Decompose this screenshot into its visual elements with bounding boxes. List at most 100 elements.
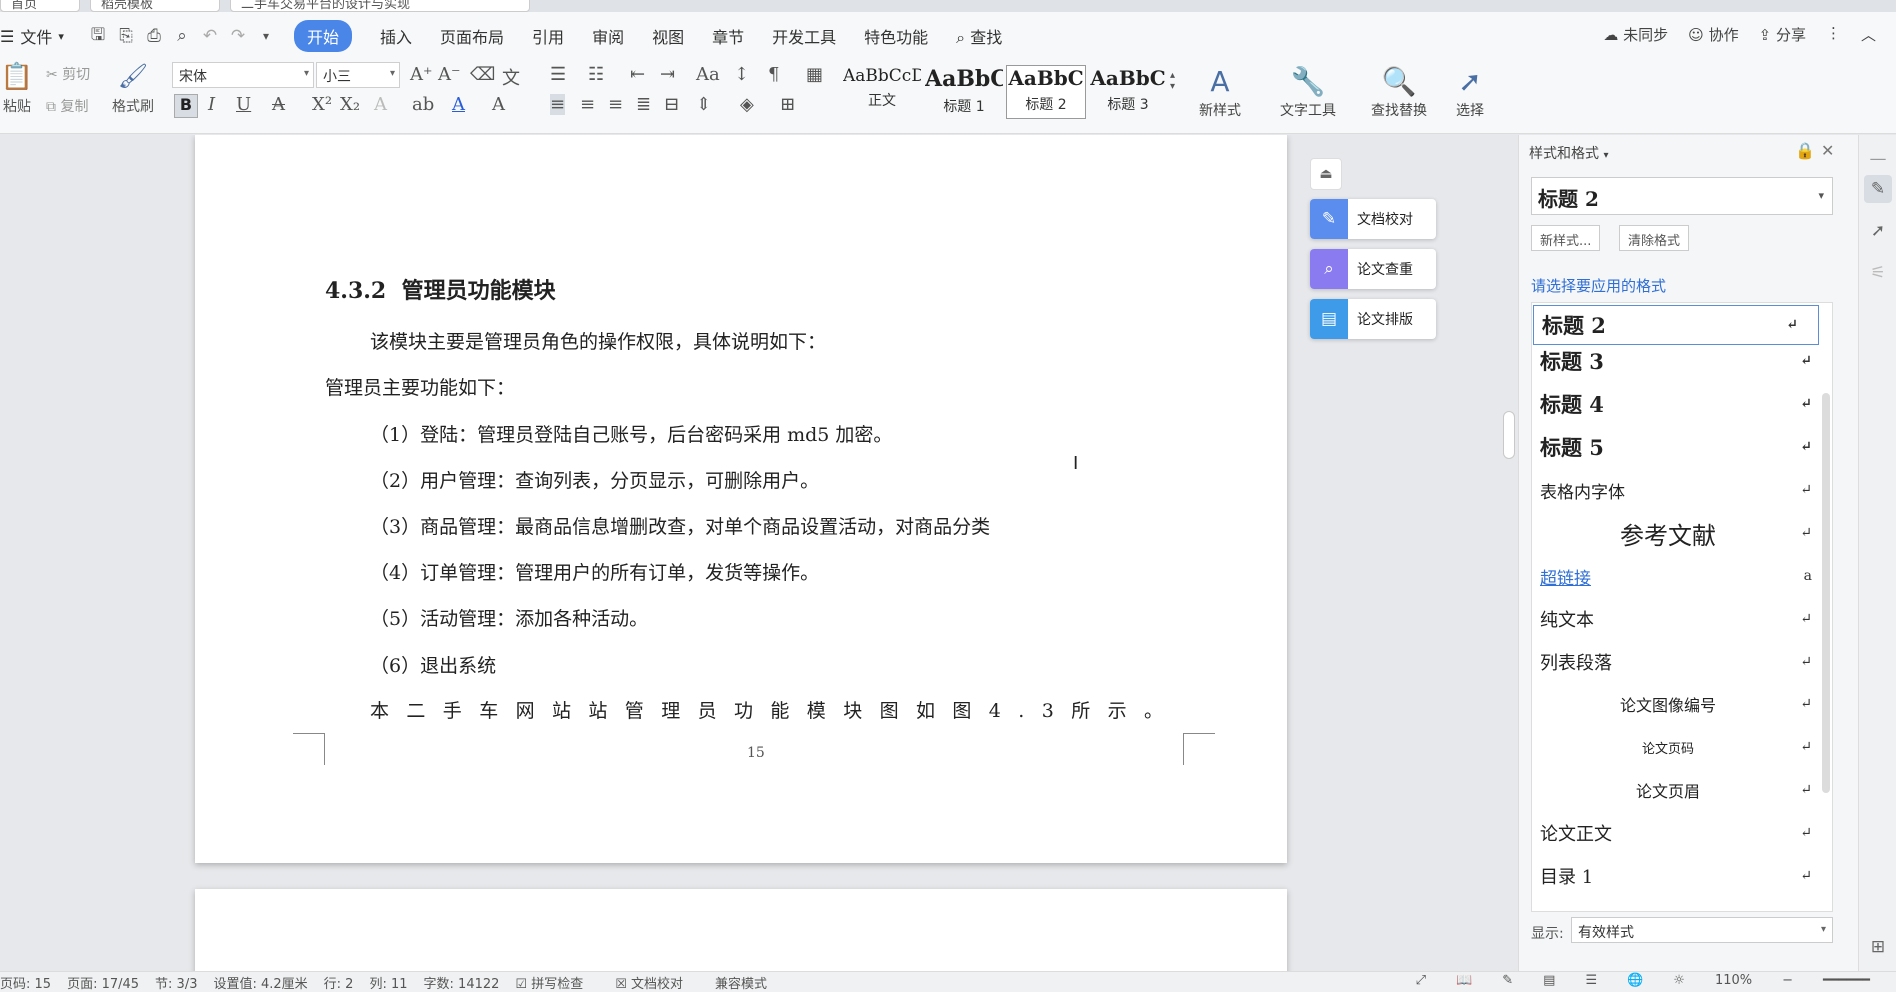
outline-view-icon[interactable]: ☰ xyxy=(1585,973,1597,988)
clear-format-button[interactable]: 清除格式 xyxy=(1619,225,1690,251)
decrease-indent-icon[interactable]: ⇤ xyxy=(630,64,645,85)
style-heading1[interactable]: AaBbC 标题 1 xyxy=(924,65,1004,119)
style-list-item[interactable]: 标题 2 ↵ xyxy=(1533,305,1819,345)
status-pages[interactable]: 页面: 17/45 xyxy=(67,973,139,992)
sync-status[interactable]: ☁ 未同步 xyxy=(1603,24,1668,45)
menu-page-layout[interactable]: 页面布局 xyxy=(440,24,504,48)
style-list-item[interactable]: 表格内字体 ↵ xyxy=(1532,470,1832,510)
spell-check-toggle[interactable]: ☑ 拼写检查 xyxy=(515,973,599,992)
menu-review[interactable]: 审阅 xyxy=(592,24,624,48)
numbered-list-icon[interactable]: ☷ xyxy=(588,64,604,85)
tab-home[interactable]: 首页 xyxy=(0,0,80,12)
style-list-item[interactable]: 论文正文 ↵ xyxy=(1532,813,1832,853)
clear-format-icon[interactable]: ⌫ xyxy=(470,64,495,85)
pinyin-icon[interactable]: 文 xyxy=(502,64,520,90)
lock-icon[interactable]: 🔒 xyxy=(1795,141,1815,160)
new-style-panel-button[interactable]: 新样式... xyxy=(1531,225,1601,251)
save-icon[interactable]: 🖫 xyxy=(84,22,112,51)
scrollbar-thumb[interactable] xyxy=(1503,411,1515,459)
copy-button[interactable]: ⧉ 复制 xyxy=(46,96,88,116)
justify-icon[interactable]: ≣ xyxy=(636,94,651,115)
select-cursor-icon[interactable]: ➚ xyxy=(1864,217,1892,245)
eye-protect-icon[interactable]: ☼ xyxy=(1673,973,1685,988)
thesis-format-button[interactable]: ▤ 论文排版 xyxy=(1310,299,1436,339)
style-pen-icon[interactable]: ✎ xyxy=(1864,175,1892,203)
style-list-item[interactable]: 论文页码 ↵ xyxy=(1532,727,1812,767)
superscript-button[interactable]: X² xyxy=(312,94,332,115)
status-word-count[interactable]: 字数: 14122 xyxy=(424,973,500,992)
menu-references[interactable]: 引用 xyxy=(532,24,564,48)
font-size-select[interactable]: 小三 ▾ xyxy=(316,62,400,88)
find-replace-button[interactable]: 🔍 查找替换 xyxy=(1362,64,1436,120)
table-icon[interactable]: ▦ xyxy=(806,64,823,85)
style-list-item[interactable]: 标题 5 ↵ xyxy=(1532,427,1832,467)
char-shading-icon[interactable]: A xyxy=(492,94,505,115)
font-color-icon[interactable]: A xyxy=(452,94,465,115)
menu-view[interactable]: 视图 xyxy=(652,24,684,48)
print-preview-icon[interactable]: ⌕ xyxy=(168,26,196,46)
menu-developer[interactable]: 开发工具 xyxy=(772,24,836,48)
style-list-item[interactable]: 标题 3 ↵ xyxy=(1532,341,1832,381)
style-list-item[interactable]: 纯文本 ↵ xyxy=(1532,599,1832,639)
font-name-select[interactable]: 宋体 ▾ xyxy=(172,62,314,88)
change-case-icon[interactable]: Aa xyxy=(696,64,720,85)
style-list-item[interactable]: 列表段落 ↵ xyxy=(1532,642,1832,682)
style-heading3[interactable]: AaBbC 标题 3 xyxy=(1088,65,1168,119)
current-style-select[interactable]: 标题 2 ▾ xyxy=(1531,177,1833,215)
new-style-button[interactable]: A 新样式 xyxy=(1190,64,1250,120)
style-list-item[interactable]: 论文页眉 ↵ xyxy=(1532,770,1812,810)
menu-insert[interactable]: 插入 xyxy=(380,24,412,48)
page-view-icon[interactable]: ▤ xyxy=(1543,973,1555,988)
style-list-item[interactable]: 超链接 a xyxy=(1532,556,1832,596)
style-list-item[interactable]: 参考文献 ↵ xyxy=(1532,513,1812,553)
doc-proofread-button[interactable]: ✎ 文档校对 xyxy=(1310,199,1436,239)
tab-docer[interactable]: 稻壳模板 xyxy=(90,0,220,12)
plagiarism-check-button[interactable]: ⌕ 论文查重 xyxy=(1310,249,1436,289)
underline-button[interactable]: U xyxy=(236,94,251,115)
bold-button[interactable]: B xyxy=(174,94,198,118)
select-button[interactable]: ➚ 选择 xyxy=(1446,64,1494,120)
paste-button[interactable]: 📋 粘贴 xyxy=(0,62,34,116)
file-menu[interactable]: ☰ 文件 ▾ xyxy=(0,24,84,48)
paragraph-marks-icon[interactable]: ¶ xyxy=(768,64,779,85)
next-page[interactable] xyxy=(195,889,1287,971)
show-filter-select[interactable]: 有效样式 ▾ xyxy=(1571,917,1833,943)
document-area[interactable]: 4.3.2 管理员功能模块 该模块主要是管理员角色的操作权限，具体说明如下： 管… xyxy=(0,135,1500,971)
style-list-item[interactable]: 标题 4 ↵ xyxy=(1532,384,1832,424)
distribute-icon[interactable]: ⊟ xyxy=(664,94,679,115)
align-center-icon[interactable]: ≡ xyxy=(580,94,595,115)
zoom-level[interactable]: 110% xyxy=(1715,973,1752,988)
style-list-item[interactable]: 论文图像编号 ↵ xyxy=(1532,684,1812,724)
subscript-button[interactable]: X₂ xyxy=(340,94,360,115)
proofread-toggle[interactable]: ☒ 文档校对 xyxy=(615,973,699,992)
undo-icon[interactable]: ↶ xyxy=(196,26,224,46)
menu-home[interactable]: 开始 xyxy=(294,20,353,52)
shrink-font-icon[interactable]: A⁻ xyxy=(438,64,461,85)
write-mode-icon[interactable]: ✎ xyxy=(1502,973,1513,988)
style-list-scrollbar[interactable] xyxy=(1822,393,1830,793)
menu-search[interactable]: ⌕ 查找 xyxy=(956,24,1002,48)
redo-icon[interactable]: ↷ xyxy=(224,26,252,46)
close-icon[interactable]: ✕ xyxy=(1821,141,1834,160)
collapse-float-button[interactable]: ⏏ xyxy=(1310,158,1342,190)
highlight-icon[interactable]: ab xyxy=(412,94,434,115)
zoom-out-icon[interactable]: − xyxy=(1782,973,1793,988)
align-left-icon[interactable]: ≡ xyxy=(550,94,566,115)
zoom-slider[interactable]: ━━━━━━ xyxy=(1823,973,1870,988)
borders-icon[interactable]: ⊞ xyxy=(780,94,795,115)
customize-icon[interactable]: ▾ xyxy=(252,29,280,43)
text-tools-button[interactable]: 🔧 文字工具 xyxy=(1270,64,1346,120)
web-view-icon[interactable]: 🌐 xyxy=(1627,973,1643,988)
style-normal[interactable]: AaBbCcD 正文 xyxy=(842,65,922,119)
style-heading2[interactable]: AaBbC 标题 2 xyxy=(1006,65,1086,119)
style-list-item[interactable]: 目录 1 ↵ xyxy=(1532,856,1832,896)
menu-special[interactable]: 特色功能 xyxy=(864,24,928,48)
cut-button[interactable]: ✂ 剪切 xyxy=(46,64,90,84)
collab-button[interactable]: ☺ 协作 xyxy=(1688,24,1738,45)
grow-font-icon[interactable]: A⁺ xyxy=(410,64,433,85)
document-scrollbar[interactable] xyxy=(1500,135,1518,971)
grid-apps-icon[interactable]: ⊞ xyxy=(1864,933,1892,961)
italic-button[interactable]: I xyxy=(208,94,215,115)
align-right-icon[interactable]: ≡ xyxy=(608,94,623,115)
bullet-list-icon[interactable]: ☰ xyxy=(550,64,566,85)
